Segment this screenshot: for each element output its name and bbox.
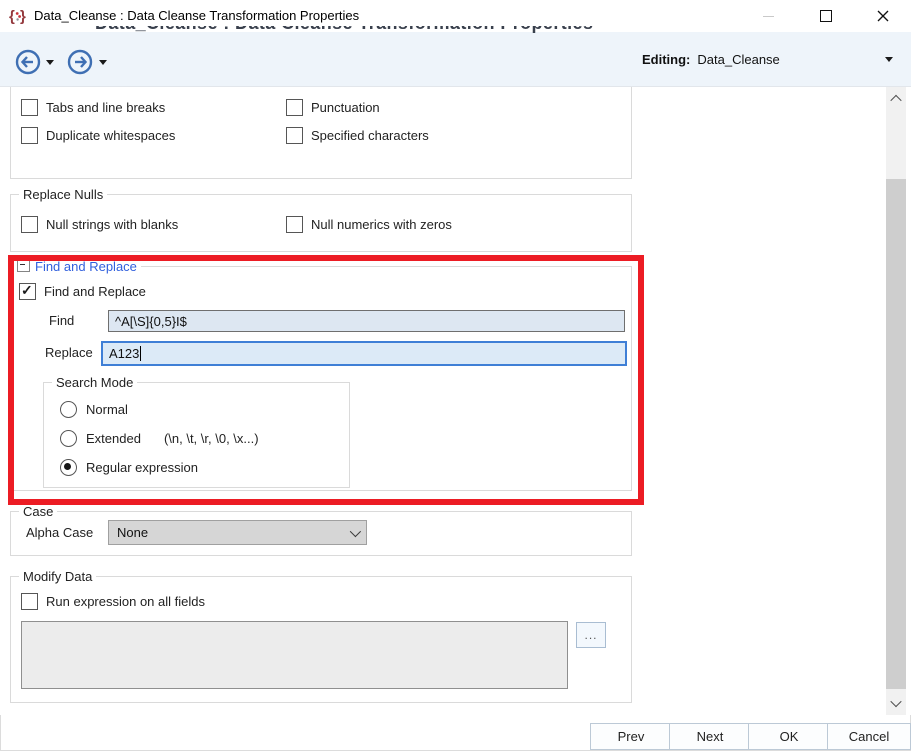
group-modify-data: Modify Data Run expression on all fields… xyxy=(10,576,632,703)
chevron-down-icon xyxy=(890,696,901,707)
checkbox-label: Specified characters xyxy=(311,128,429,143)
radio-extended[interactable]: Extended (\n, \t, \r, \0, \x...) xyxy=(60,430,259,447)
back-button[interactable] xyxy=(15,49,41,75)
group-title: Case xyxy=(19,504,57,519)
svg-text:{: { xyxy=(9,8,15,25)
group-replace-nulls: Replace Nulls Null strings with blanks N… xyxy=(10,194,632,252)
editing-selector[interactable]: Editing: Data_Cleanse xyxy=(642,46,897,72)
vertical-scrollbar[interactable] xyxy=(886,87,906,715)
group-title: Modify Data xyxy=(19,569,96,584)
checkbox-null-strings-with-blanks[interactable]: Null strings with blanks xyxy=(21,216,178,233)
alpha-case-label: Alpha Case xyxy=(26,525,93,540)
editing-dropdown-arrow xyxy=(885,57,893,62)
radio-label: Regular expression xyxy=(86,460,198,475)
next-button[interactable]: Next xyxy=(669,723,751,750)
checkbox-icon xyxy=(286,216,303,233)
checkbox-label: Null strings with blanks xyxy=(46,217,178,232)
checkbox-label: Tabs and line breaks xyxy=(46,100,165,115)
expression-textarea[interactable] xyxy=(21,621,568,689)
chevron-down-icon xyxy=(350,525,361,536)
editing-label: Editing: xyxy=(642,52,690,67)
window-title: Data_Cleanse : Data Cleanse Transformati… xyxy=(34,8,359,23)
checkbox-tabs-and-line-breaks[interactable]: Tabs and line breaks xyxy=(21,99,165,116)
radio-icon xyxy=(60,430,77,447)
close-button[interactable] xyxy=(860,0,906,32)
extended-hint: (\n, \t, \r, \0, \x...) xyxy=(164,431,259,446)
radio-label: Extended xyxy=(86,431,141,446)
dialog-window: { } Data_Cleanse : Data Cleanse Transfor… xyxy=(0,0,911,751)
checkbox-icon xyxy=(21,593,38,610)
ellipsis-icon: ... xyxy=(584,628,597,642)
checkbox-label: Run expression on all fields xyxy=(46,594,205,609)
minimize-icon xyxy=(763,16,774,17)
editing-value: Data_Cleanse xyxy=(697,52,885,67)
checkbox-label: Null numerics with zeros xyxy=(311,217,452,232)
group-title: Search Mode xyxy=(52,375,137,390)
find-value: ^A[\S]{0,5}I$ xyxy=(115,314,187,329)
radio-regular-expression[interactable]: Regular expression xyxy=(60,459,198,476)
alpha-case-value: None xyxy=(117,525,148,540)
properties-panel: Tabs and line breaks Punctuation Duplica… xyxy=(0,87,911,715)
checkbox-find-and-replace[interactable]: Find and Replace xyxy=(19,283,146,300)
group-find-and-replace: Find and Replace Find and Replace Find ^… xyxy=(10,266,632,491)
chevron-up-icon xyxy=(890,95,901,106)
group-title: Find and Replace xyxy=(13,259,141,274)
checkbox-icon xyxy=(21,99,38,116)
find-label: Find xyxy=(49,313,74,328)
radio-normal[interactable]: Normal xyxy=(60,401,128,418)
radio-icon xyxy=(60,459,77,476)
group-case: Case Alpha Case None xyxy=(10,511,632,556)
back-dropdown-arrow[interactable] xyxy=(46,60,54,65)
checkbox-label: Punctuation xyxy=(311,100,380,115)
checkbox-icon xyxy=(21,127,38,144)
cancel-button[interactable]: Cancel xyxy=(827,723,911,750)
prev-button[interactable]: Prev xyxy=(590,723,672,750)
checkbox-icon xyxy=(286,127,303,144)
checkbox-icon xyxy=(19,283,36,300)
collapse-icon[interactable] xyxy=(17,259,30,272)
checkbox-icon xyxy=(21,216,38,233)
checkbox-label: Duplicate whitespaces xyxy=(46,128,175,143)
minimize-button[interactable] xyxy=(745,0,791,32)
checkbox-specified-characters[interactable]: Specified characters xyxy=(286,127,429,144)
group-title: Replace Nulls xyxy=(19,187,107,202)
alpha-case-dropdown[interactable]: None xyxy=(108,520,367,545)
scroll-down-button[interactable] xyxy=(886,693,906,713)
title-bar: { } Data_Cleanse : Data Cleanse Transfor… xyxy=(0,0,911,32)
replace-input[interactable]: A123 xyxy=(101,341,627,366)
forward-button[interactable] xyxy=(67,49,93,75)
find-input[interactable]: ^A[\S]{0,5}I$ xyxy=(108,310,625,332)
group-search-mode: Search Mode Normal Extended (\n, \t, \r,… xyxy=(43,382,350,488)
checkbox-duplicate-whitespaces[interactable]: Duplicate whitespaces xyxy=(21,127,175,144)
app-icon: { } xyxy=(9,7,29,25)
checkbox-icon xyxy=(286,99,303,116)
maximize-button[interactable] xyxy=(803,0,849,32)
checkbox-run-expression-on-all-fields[interactable]: Run expression on all fields xyxy=(21,593,205,610)
ok-button[interactable]: OK xyxy=(748,723,830,750)
checkbox-null-numerics-with-zeros[interactable]: Null numerics with zeros xyxy=(286,216,452,233)
maximize-icon xyxy=(820,10,832,22)
forward-dropdown-arrow[interactable] xyxy=(99,60,107,65)
replace-value: A123 xyxy=(109,346,139,361)
text-cursor xyxy=(140,346,141,361)
scrollbar-thumb[interactable] xyxy=(886,179,906,689)
radio-label: Normal xyxy=(86,402,128,417)
scroll-up-button[interactable] xyxy=(886,89,906,109)
group-whitespace: Tabs and line breaks Punctuation Duplica… xyxy=(10,87,632,179)
checkbox-punctuation[interactable]: Punctuation xyxy=(286,99,380,116)
toolbar: Data_Cleanse : Data Cleanse Transformati… xyxy=(0,32,911,87)
browse-expression-button[interactable]: ... xyxy=(576,622,606,648)
radio-icon xyxy=(60,401,77,418)
close-icon xyxy=(877,10,889,22)
checkbox-label: Find and Replace xyxy=(44,284,146,299)
replace-label: Replace xyxy=(45,345,93,360)
